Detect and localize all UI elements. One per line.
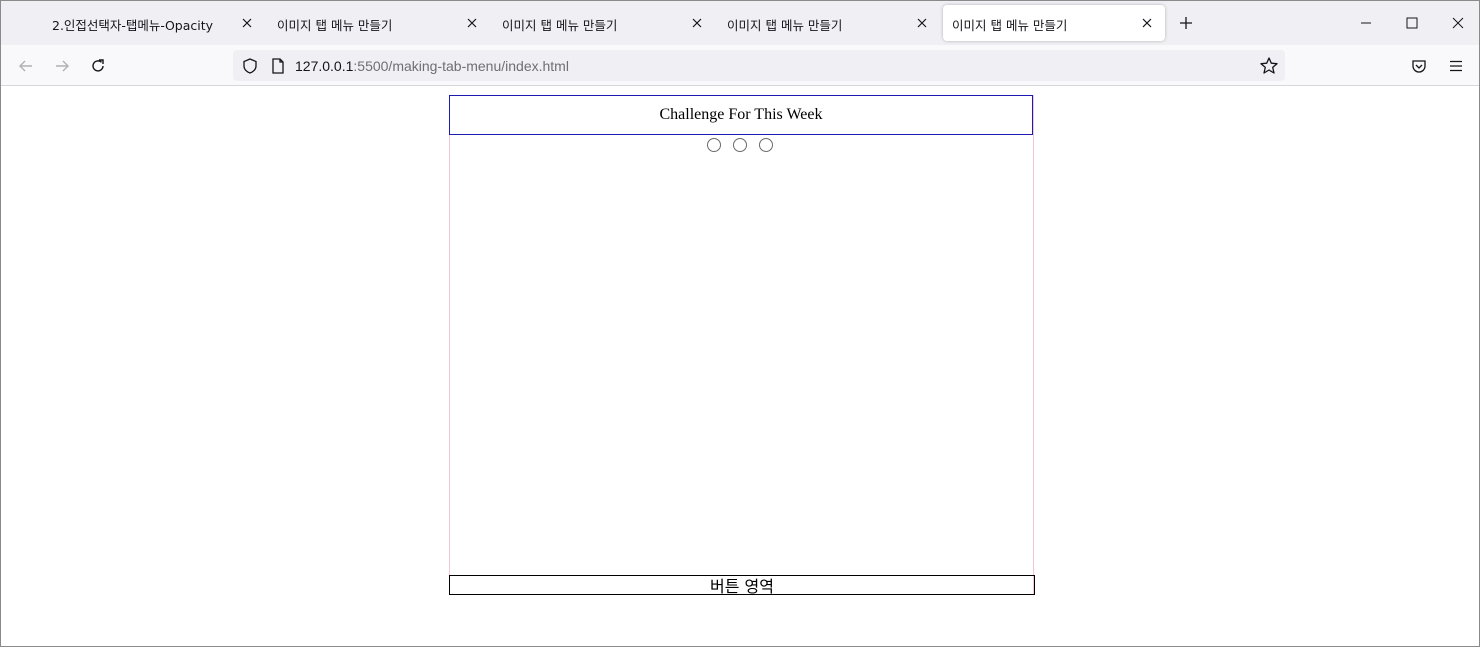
close-icon[interactable] xyxy=(912,13,932,33)
browser-tab[interactable]: 이미지 탭 메뉴 만들기 xyxy=(718,5,940,41)
close-icon[interactable] xyxy=(1137,13,1157,33)
menu-button[interactable] xyxy=(1444,54,1468,78)
page-viewport: Challenge For This Week 버튼 영역 xyxy=(1,86,1479,646)
page-icon[interactable] xyxy=(270,57,286,75)
browser-tab-active[interactable]: 이미지 탭 메뉴 만들기 xyxy=(943,5,1165,41)
navigation-toolbar: 127.0.0.1:5500/making-tab-menu/index.htm… xyxy=(1,45,1479,86)
url-host: 127.0.0.1 xyxy=(295,58,354,74)
forward-button[interactable] xyxy=(50,54,74,78)
radio-group xyxy=(707,137,773,153)
tab-title: 이미지 탭 메뉴 만들기 xyxy=(952,18,1068,33)
close-icon xyxy=(1452,17,1464,29)
browser-tab[interactable]: 이미지 탭 메뉴 만들기 xyxy=(493,5,715,41)
star-icon[interactable] xyxy=(1259,56,1279,76)
radio-button-3[interactable] xyxy=(759,138,773,152)
pocket-button[interactable] xyxy=(1407,54,1431,78)
arrow-right-icon xyxy=(56,60,69,72)
tab-title: 2.인접선택자-탭메뉴-Opacity xyxy=(52,18,214,33)
reload-icon xyxy=(92,59,104,72)
tab-title: 이미지 탭 메뉴 만들기 xyxy=(502,18,618,33)
close-icon[interactable] xyxy=(237,13,257,33)
maximize-button[interactable] xyxy=(1389,1,1435,45)
pocket-icon xyxy=(1412,60,1426,73)
browser-tab[interactable]: 이미지 탭 메뉴 만들기 xyxy=(268,5,490,41)
arrow-left-icon xyxy=(19,60,32,72)
browser-window: 2.인접선택자-탭메뉴-Opacity 이미지 탭 메뉴 만들기 이미지 탭 메… xyxy=(0,0,1480,647)
radio-button-2[interactable] xyxy=(733,138,747,152)
window-close-button[interactable] xyxy=(1435,1,1479,45)
browser-tab[interactable]: 2.인접선택자-탭메뉴-Opacity xyxy=(43,5,265,41)
maximize-icon xyxy=(1406,17,1418,29)
radio-button-1[interactable] xyxy=(707,138,721,152)
close-icon[interactable] xyxy=(462,13,482,33)
tab-title: 이미지 탭 메뉴 만들기 xyxy=(277,18,393,33)
page-title: Challenge For This Week xyxy=(449,95,1033,135)
button-area: 버튼 영역 xyxy=(449,575,1035,596)
reload-button[interactable] xyxy=(86,54,110,78)
tab-title: 이미지 탭 메뉴 만들기 xyxy=(727,18,843,33)
url-text[interactable]: 127.0.0.1:5500/making-tab-menu/index.htm… xyxy=(295,58,569,74)
hamburger-menu-icon xyxy=(1450,60,1462,72)
minimize-icon xyxy=(1361,22,1371,24)
url-path: :5500/making-tab-menu/index.html xyxy=(353,58,569,74)
tab-menu-container xyxy=(449,95,1034,595)
url-bar[interactable]: 127.0.0.1:5500/making-tab-menu/index.htm… xyxy=(233,50,1285,81)
new-tab-button[interactable] xyxy=(1175,12,1197,34)
tab-strip: 2.인접선택자-탭메뉴-Opacity 이미지 탭 메뉴 만들기 이미지 탭 메… xyxy=(1,1,1479,45)
plus-icon xyxy=(1180,17,1192,29)
minimize-button[interactable] xyxy=(1343,1,1389,45)
shield-icon[interactable] xyxy=(241,57,259,75)
back-button[interactable] xyxy=(14,54,38,78)
close-icon[interactable] xyxy=(687,13,707,33)
